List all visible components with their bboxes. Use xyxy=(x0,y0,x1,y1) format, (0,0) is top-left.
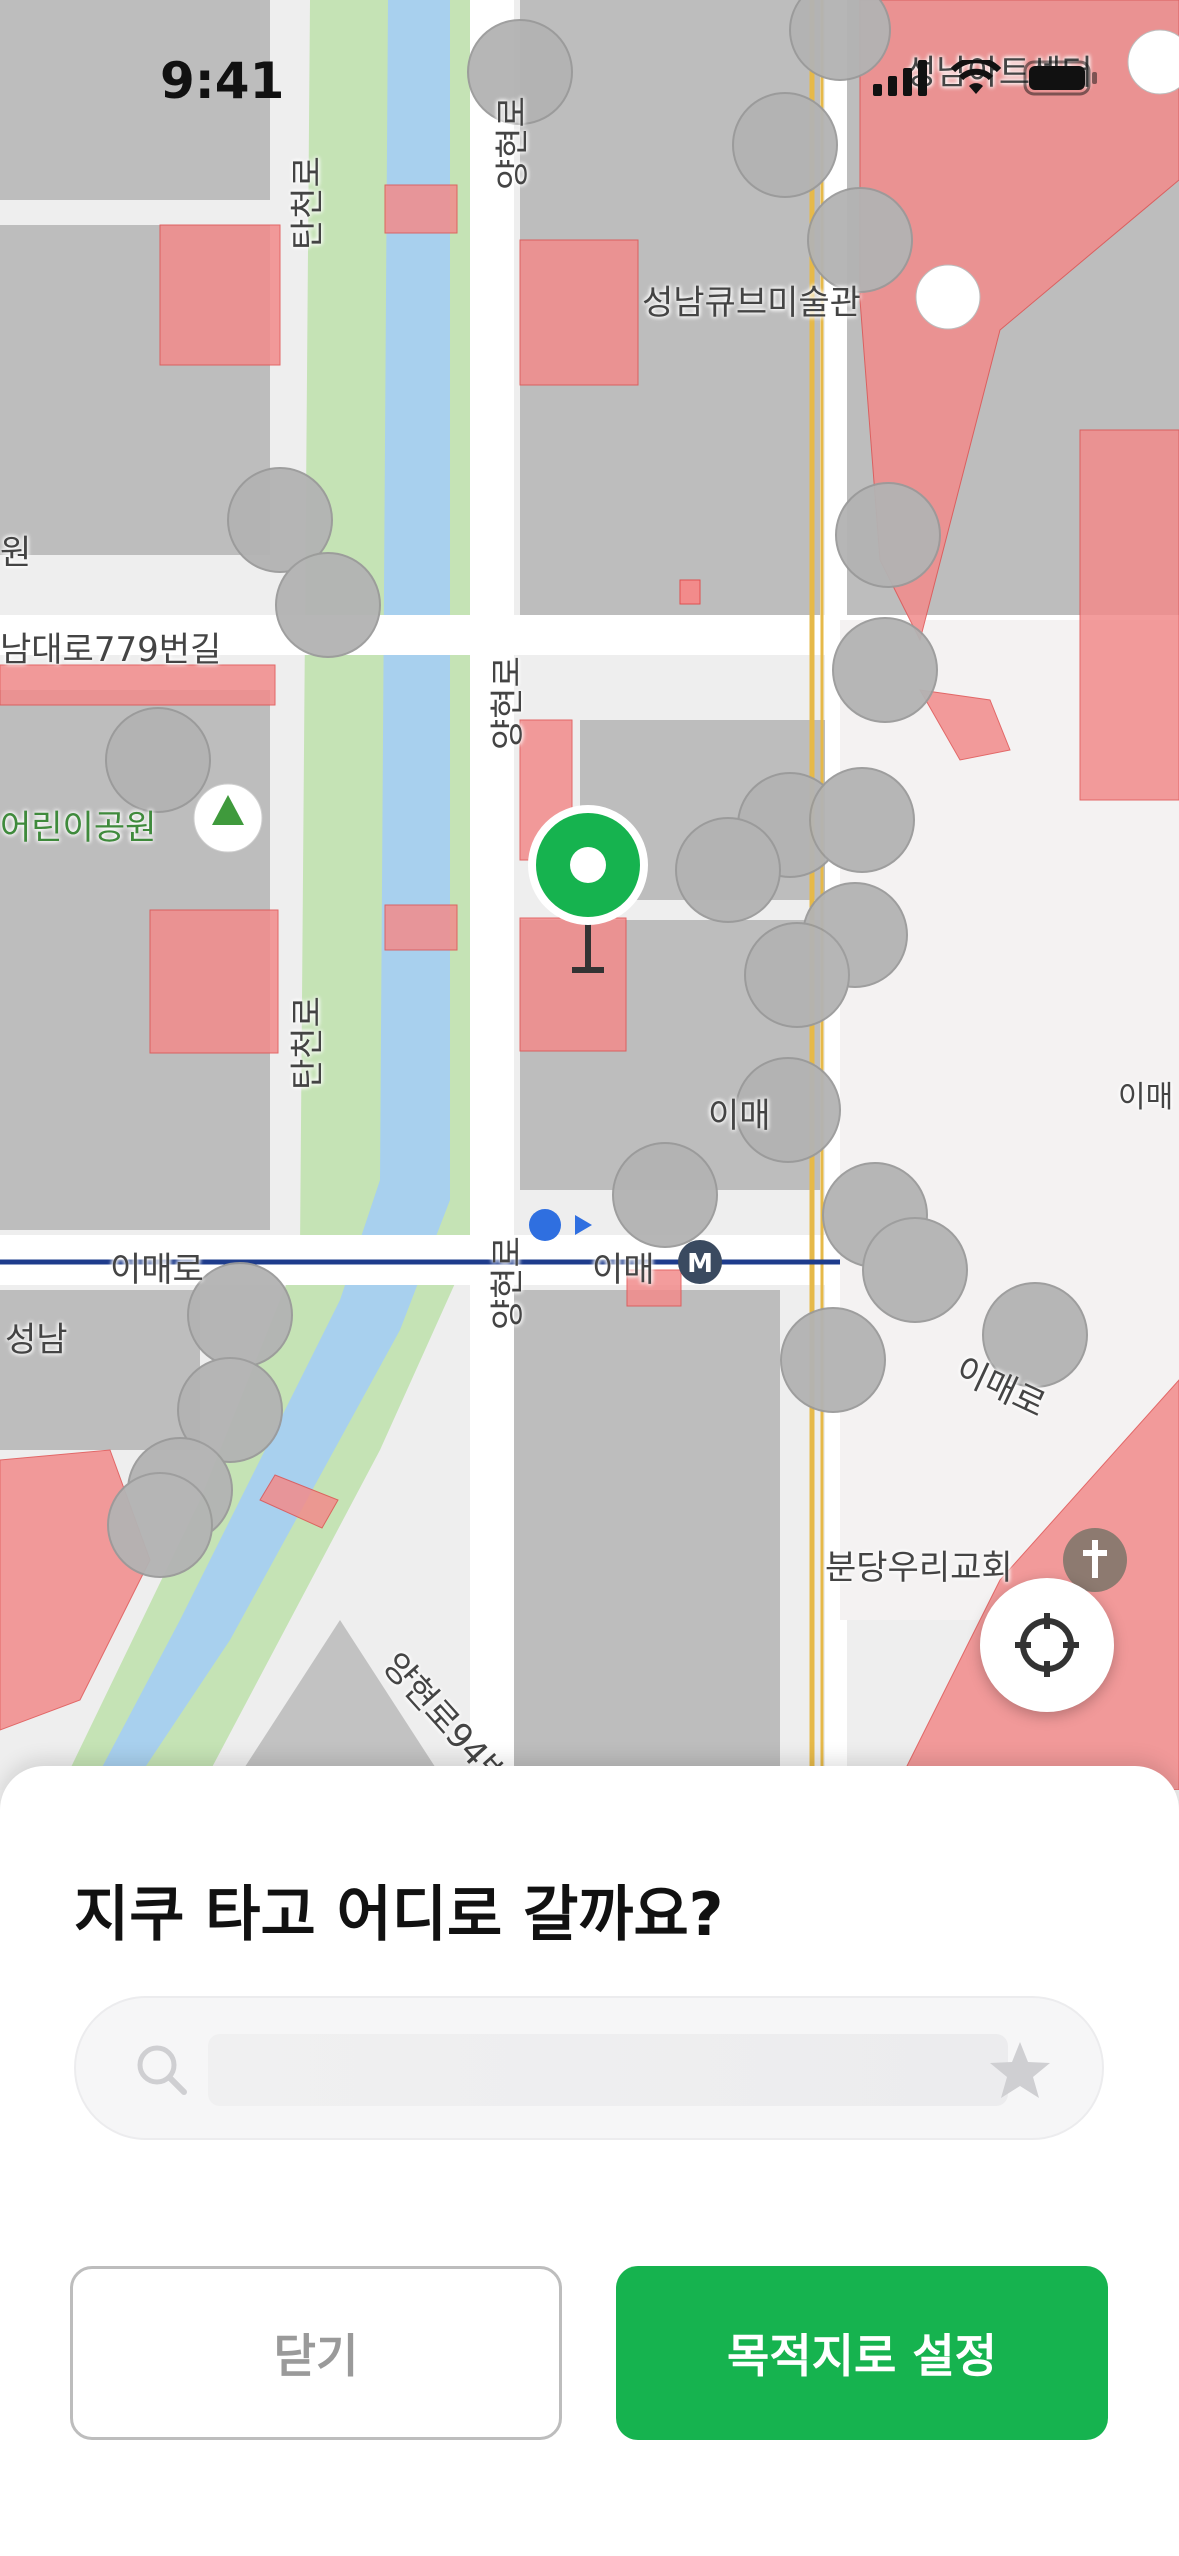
battery-icon xyxy=(1023,60,1097,96)
map-label-park: 어린이공원 xyxy=(0,808,157,848)
map-label-place: 성남 xyxy=(5,1320,68,1360)
status-icons xyxy=(873,60,1099,96)
status-bar: 9:41 xyxy=(0,0,1179,150)
signal-icon xyxy=(873,60,927,96)
wifi-icon xyxy=(951,60,1001,94)
locate-me-button[interactable] xyxy=(980,1578,1114,1712)
destination-sheet: 지쿠 타고 어디로 갈까요? 닫기 목적지로 설정 xyxy=(0,1766,1179,2556)
map-label-place: 원 xyxy=(0,533,32,573)
map-label-road: 남대로779번길 xyxy=(0,630,222,670)
search-input[interactable] xyxy=(208,2030,1012,2108)
map-label-road: 양현로 xyxy=(488,1236,528,1330)
star-icon[interactable] xyxy=(988,2038,1052,2102)
svg-text:M: M xyxy=(687,1249,713,1279)
map-view[interactable]: M 양현로 탄천로 남대로779번길 원 양현로 어린이공원 탄천로 이매로 양… xyxy=(0,0,1179,1790)
map-label-road: 탄천로 xyxy=(288,996,328,1090)
sheet-title: 지쿠 타고 어디로 갈까요? xyxy=(74,1880,724,1950)
map-label-station: 이매 xyxy=(592,1250,655,1290)
map-label-place: 성남큐브미술관 xyxy=(642,283,861,323)
map-label-area: 이매 xyxy=(1118,1080,1174,1115)
map-label-area: 이매 xyxy=(708,1096,771,1136)
search-icon xyxy=(137,2045,187,2095)
set-destination-button[interactable]: 목적지로 설정 xyxy=(616,2266,1108,2440)
search-bar[interactable] xyxy=(74,1996,1104,2140)
map-label-road: 탄천로 xyxy=(288,156,328,250)
map-label-road: 이매로 xyxy=(110,1250,204,1290)
close-button[interactable]: 닫기 xyxy=(70,2266,562,2440)
map-label-road: 양현로 xyxy=(488,656,528,750)
crosshair-icon xyxy=(1015,1613,1079,1677)
map-label-place: 분당우리교회 xyxy=(825,1548,1013,1588)
status-time: 9:41 xyxy=(160,52,285,110)
